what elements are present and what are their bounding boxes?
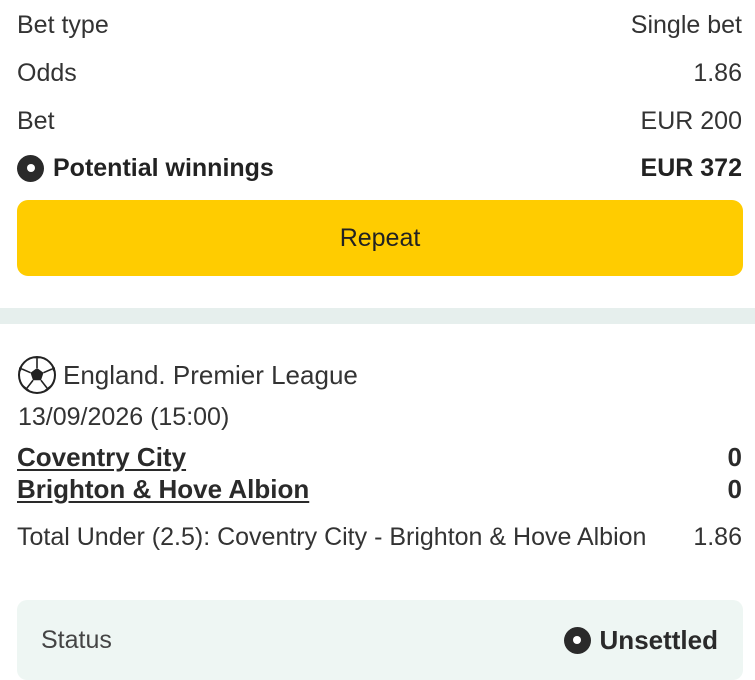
odds-label: Odds: [17, 59, 77, 87]
bet-value: EUR 200: [640, 107, 742, 135]
odds-value: 1.86: [693, 59, 742, 87]
away-team-link[interactable]: Brighton & Hove Albion: [17, 473, 309, 505]
market-row: Total Under (2.5): Coventry City - Brigh…: [17, 521, 742, 553]
away-team-score: 0: [727, 474, 742, 504]
status-dot-icon: [17, 154, 44, 182]
status-value-text: Unsettled: [599, 624, 718, 655]
home-team-row: Coventry City 0: [17, 441, 742, 473]
league-name: England. Premier League: [63, 359, 358, 390]
section-divider: [0, 308, 755, 324]
event-datetime: 13/09/2026 (15:00): [18, 403, 230, 431]
status-label: Status: [41, 625, 112, 654]
potential-winnings-row: Potential winnings EUR 372: [17, 153, 742, 183]
home-team-score: 0: [727, 442, 742, 472]
market-description: Total Under (2.5): Coventry City - Brigh…: [17, 523, 647, 551]
status-value: Unsettled: [563, 624, 718, 656]
odds-row: Odds 1.86: [17, 58, 742, 88]
market-odds: 1.86: [693, 523, 742, 551]
status-dot-icon: [563, 626, 591, 654]
repeat-button[interactable]: Repeat: [17, 200, 743, 276]
bet-amount-row: Bet EUR 200: [17, 106, 742, 136]
soccer-ball-icon: [18, 356, 56, 394]
home-team-link[interactable]: Coventry City: [17, 441, 186, 473]
away-team-row: Brighton & Hove Albion 0: [17, 473, 742, 505]
league-header: England. Premier League: [17, 355, 358, 395]
bet-type-value: Single bet: [630, 11, 742, 39]
potential-winnings-label: Potential winnings: [53, 154, 274, 182]
status-panel: Status Unsettled: [17, 600, 743, 680]
bet-type-label: Bet type: [17, 11, 109, 39]
potential-winnings-value: EUR 372: [640, 154, 742, 182]
bet-type-row: Bet type Single bet: [17, 10, 742, 40]
bet-label: Bet: [17, 107, 55, 135]
